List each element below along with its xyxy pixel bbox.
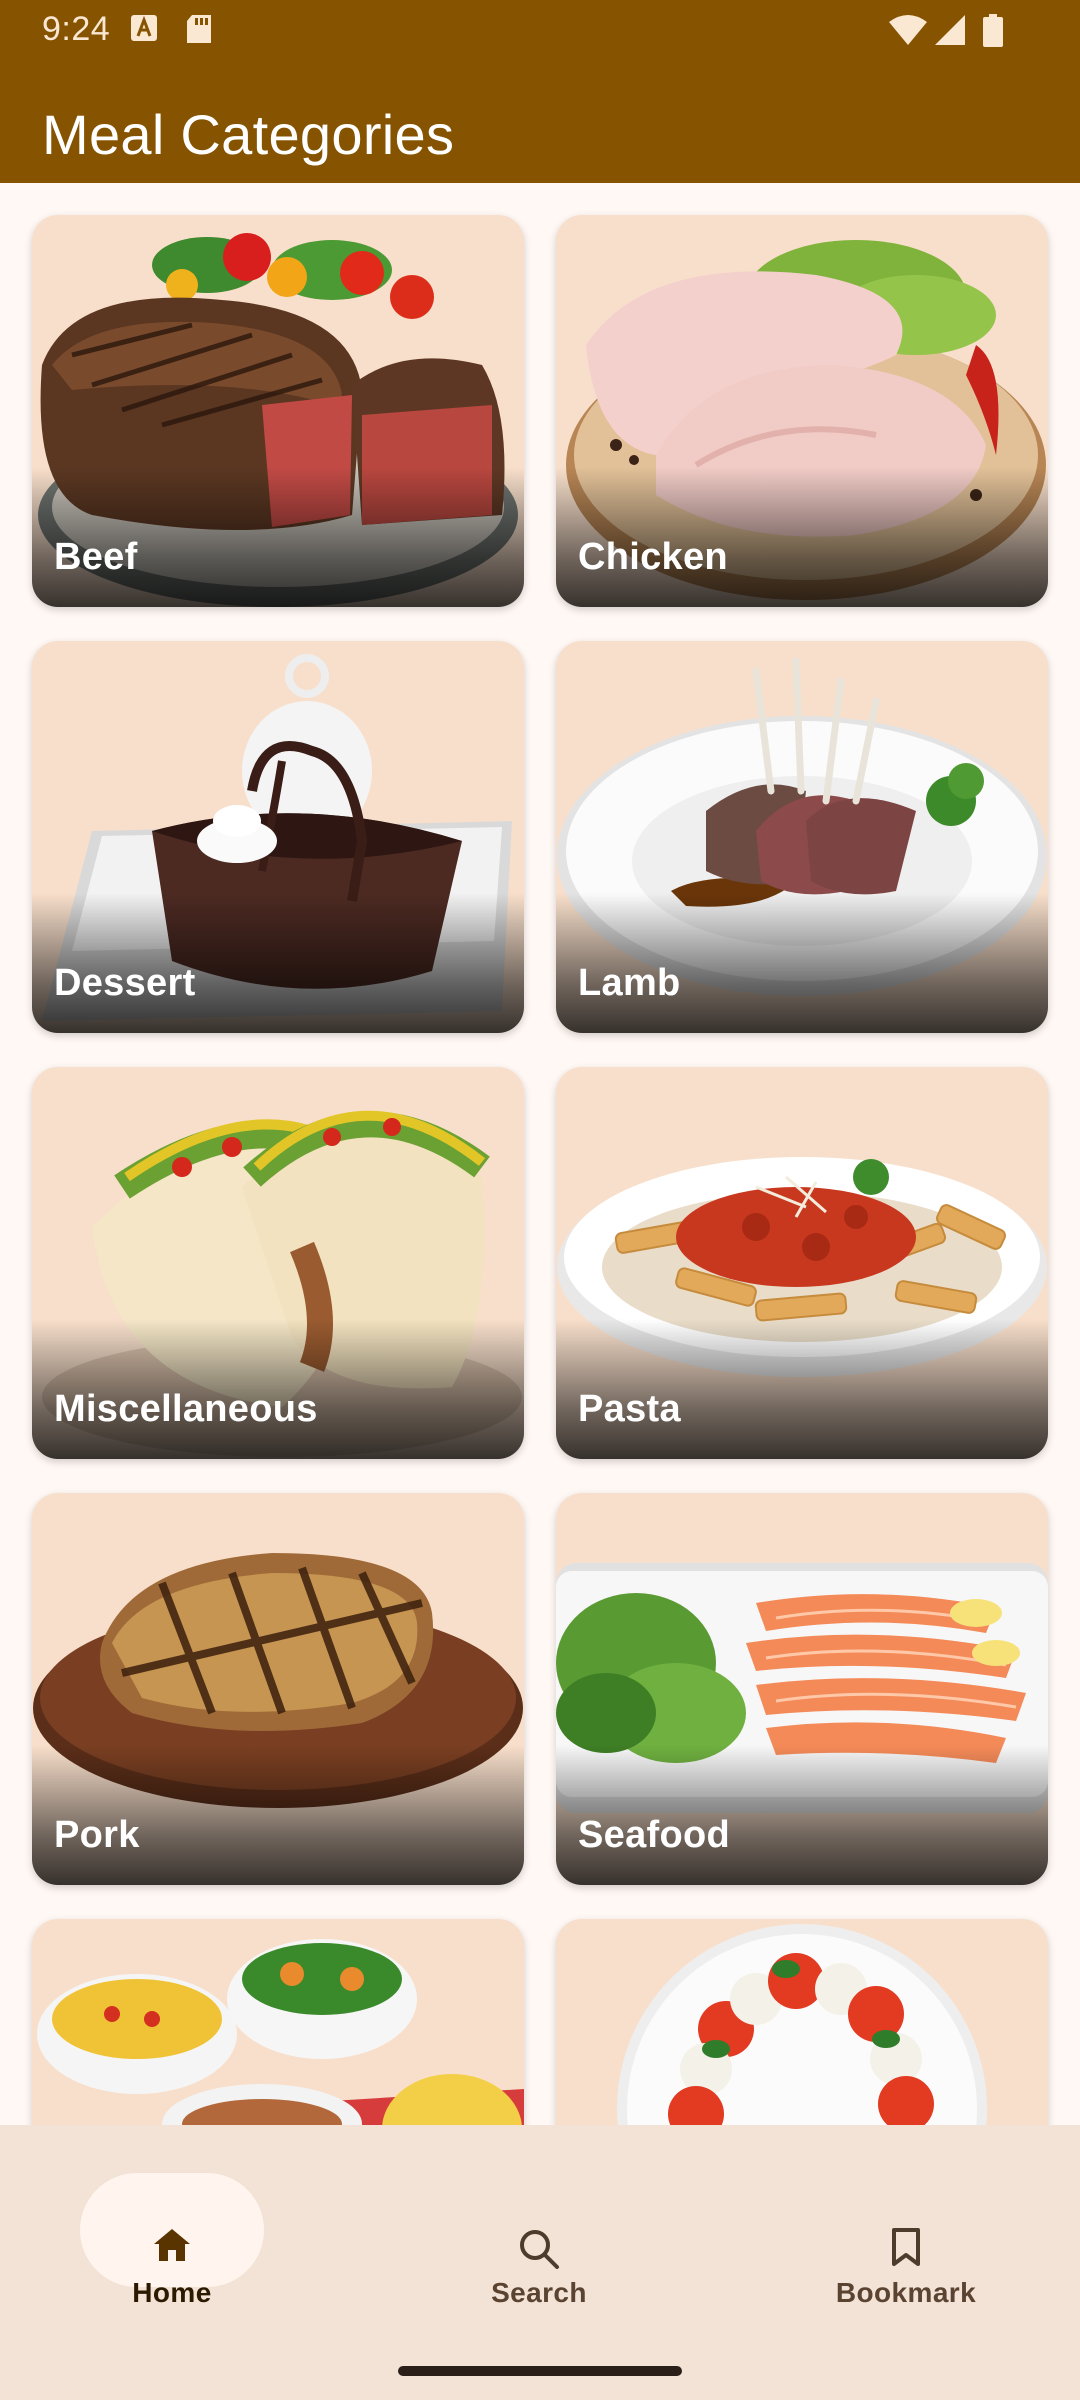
signal-icon xyxy=(935,15,965,45)
category-card-side[interactable] xyxy=(32,1919,524,2125)
battery-icon xyxy=(983,14,1003,47)
nav-item-bookmark[interactable]: Bookmark xyxy=(786,2173,1026,2323)
category-label: Miscellaneous xyxy=(54,1388,318,1430)
starter-image xyxy=(617,1924,987,2125)
category-card-beef[interactable]: Beef xyxy=(32,215,524,607)
category-label: Chicken xyxy=(578,536,728,578)
category-card-starter[interactable] xyxy=(556,1919,1048,2125)
category-card-pork[interactable]: Pork xyxy=(32,1493,524,1885)
status-bar: 9:24 xyxy=(0,0,1080,60)
bookmark-icon xyxy=(892,2228,920,2266)
category-card-miscellaneous[interactable]: Miscellaneous xyxy=(32,1067,524,1459)
nav-label-home: Home xyxy=(132,2277,212,2308)
category-card-lamb[interactable]: Lamb xyxy=(556,641,1048,1033)
wifi-icon xyxy=(889,15,927,45)
sd-card-icon xyxy=(187,15,211,43)
category-card-chicken[interactable]: Chicken xyxy=(556,215,1048,607)
nav-label-bookmark: Bookmark xyxy=(835,2277,977,2308)
category-label: Pork xyxy=(54,1814,140,1856)
bottom-navigation: Home Search Bookmark xyxy=(0,2125,1080,2400)
category-label: Dessert xyxy=(54,962,196,1004)
page-title: Meal Categories xyxy=(42,102,455,166)
category-card-dessert[interactable]: Dessert xyxy=(32,641,524,1033)
side-dish-image xyxy=(37,1939,524,2125)
nav-label-search: Search xyxy=(491,2277,587,2308)
status-time: 9:24 xyxy=(42,10,111,48)
category-label: Beef xyxy=(54,536,138,578)
category-label: Seafood xyxy=(578,1814,731,1856)
category-grid-viewport[interactable]: Beef Chicken Dessert Lamb Miscellaneous … xyxy=(0,183,1080,2125)
nav-item-search[interactable]: Search xyxy=(419,2173,659,2323)
category-label: Lamb xyxy=(578,962,681,1004)
category-card-pasta[interactable]: Pasta xyxy=(556,1067,1048,1459)
search-icon xyxy=(520,2230,559,2269)
top-app-bar: 9:24 Meal Categories xyxy=(0,0,1080,183)
category-card-seafood[interactable]: Seafood xyxy=(556,1493,1048,1885)
category-grid: Beef Chicken Dessert Lamb Miscellaneous … xyxy=(32,215,1048,2125)
category-label: Pasta xyxy=(578,1388,681,1430)
a-notification-icon xyxy=(131,15,157,41)
gesture-navigation-bar[interactable] xyxy=(398,2366,682,2376)
nav-item-home[interactable]: Home xyxy=(52,2173,292,2323)
home-icon xyxy=(154,2229,190,2261)
